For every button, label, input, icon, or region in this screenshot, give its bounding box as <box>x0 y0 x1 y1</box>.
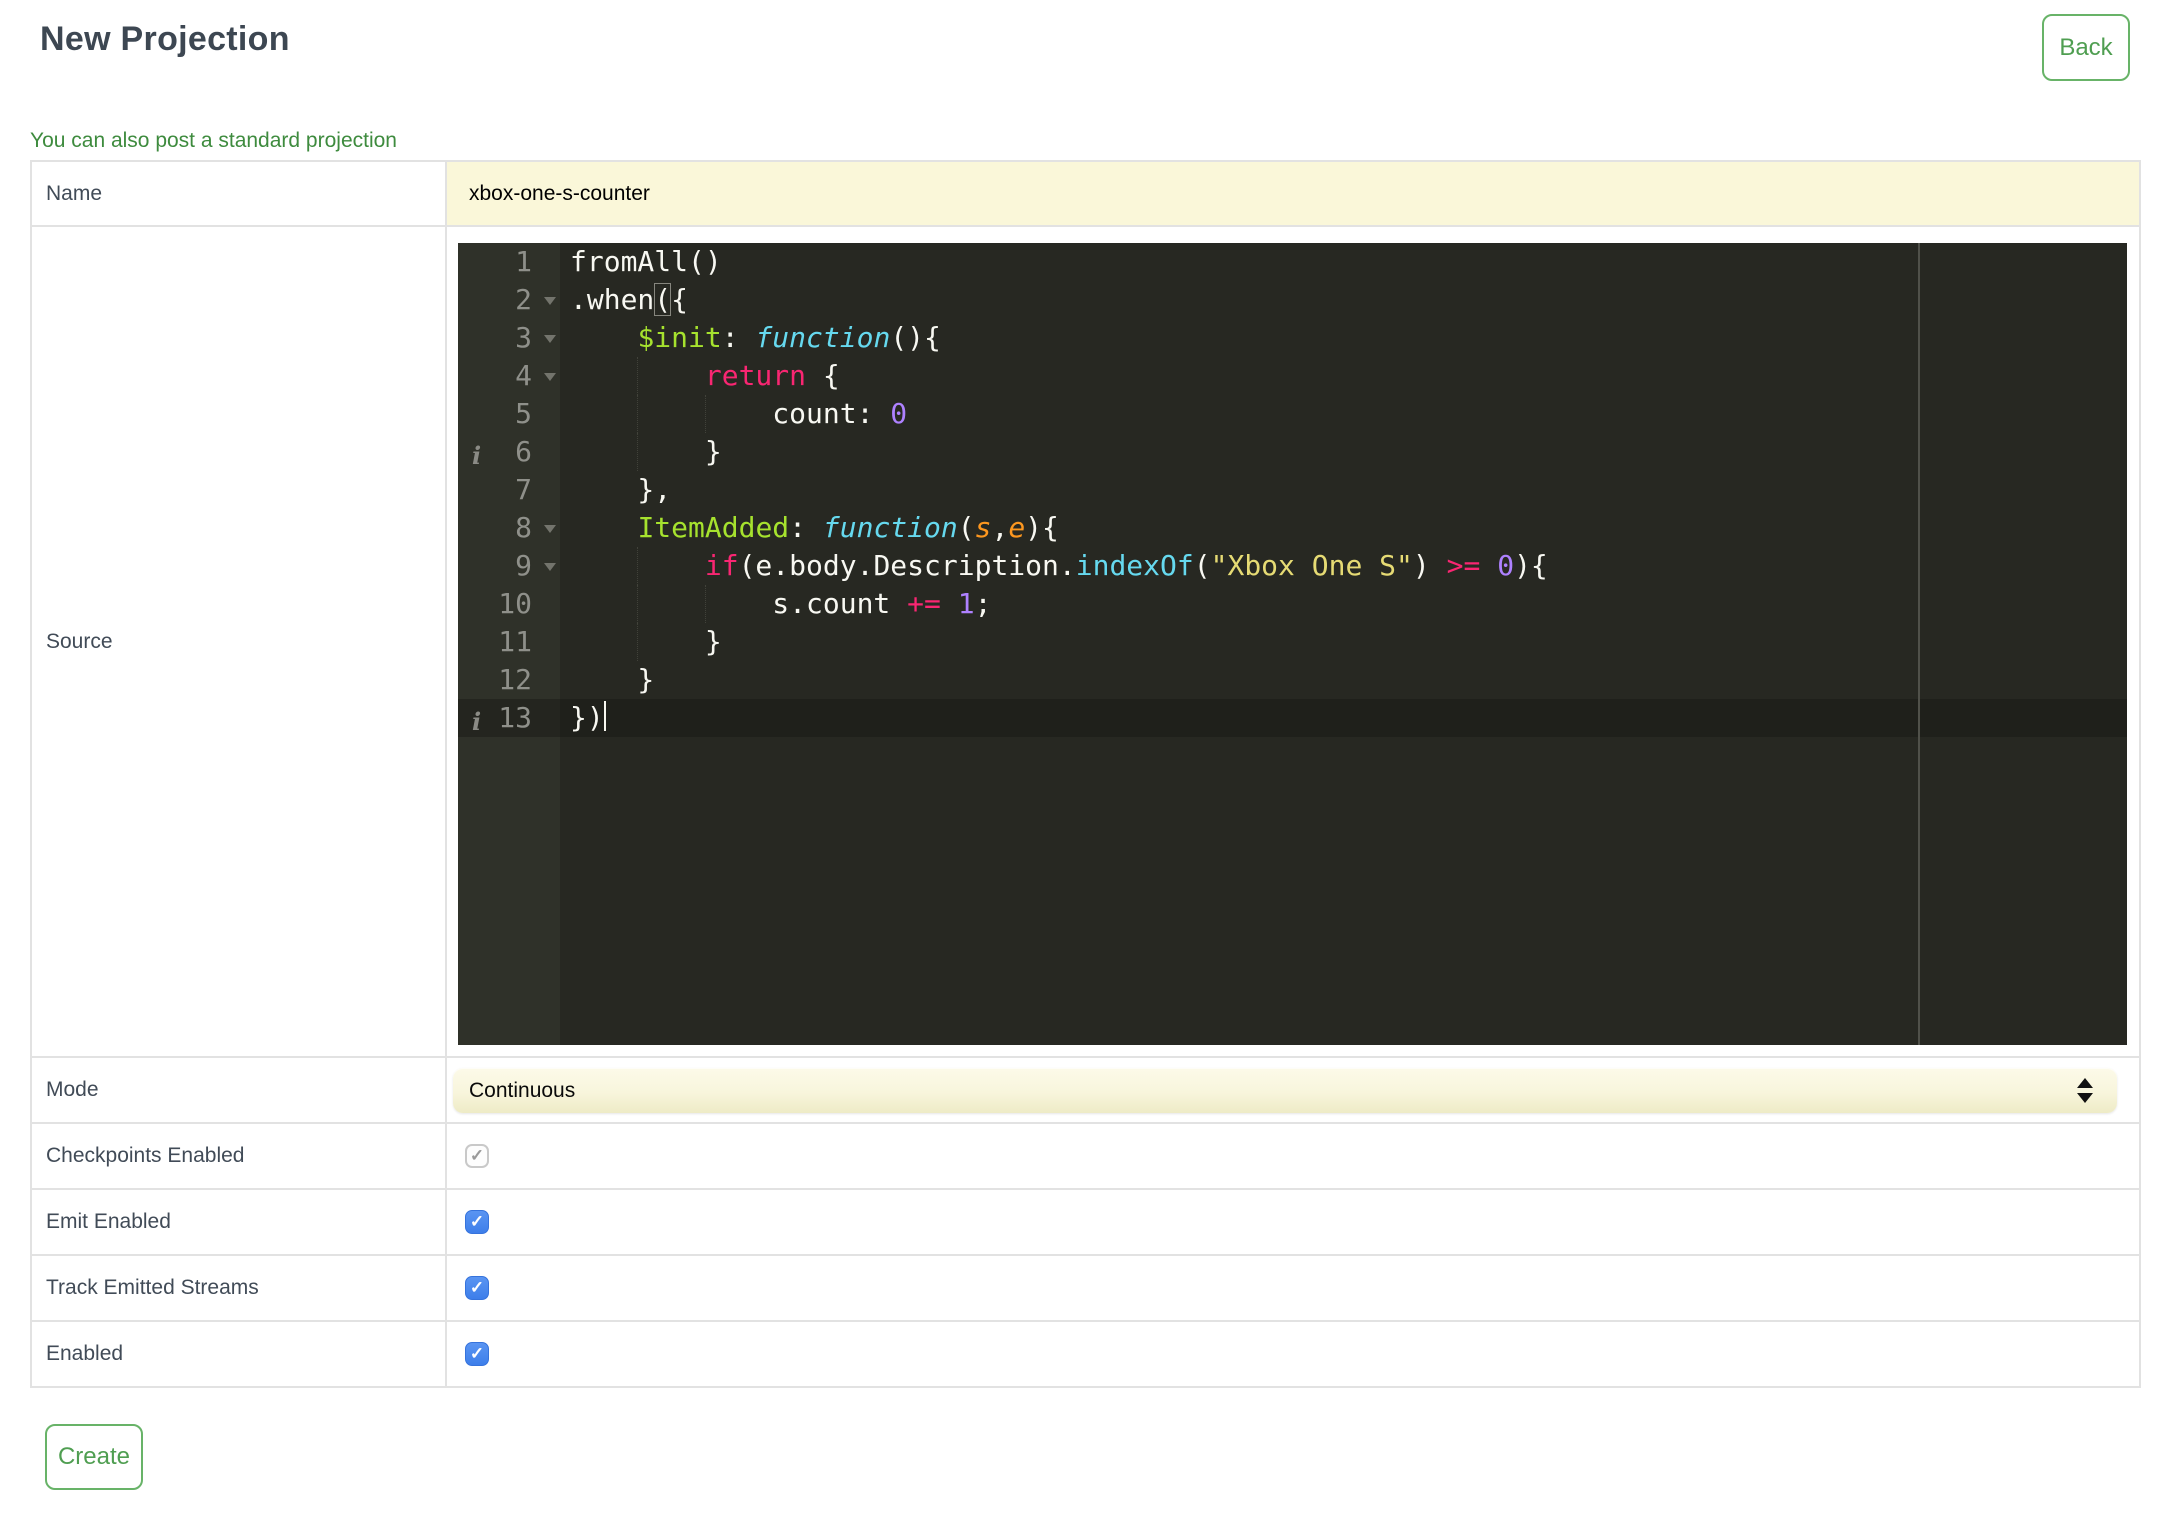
indent-guide <box>637 395 639 433</box>
source-cell: 1 2 3 4 5 i 6 7 8 9 10 11 12 i 13 fromAll() .when({ $in… <box>447 227 2139 1056</box>
track-cell: ✓ <box>447 1256 2139 1320</box>
name-cell <box>447 162 2139 225</box>
editor-code: fromAll() .when({ $init: function(){ retu… <box>570 243 2127 737</box>
enabled-checkbox[interactable]: ✓ <box>465 1342 489 1366</box>
line-number: 8 <box>515 511 532 544</box>
line-number: 3 <box>515 321 532 354</box>
indent-guide <box>637 585 639 623</box>
gutter-line-13: i 13 <box>458 699 560 737</box>
page-title: New Projection <box>40 20 290 58</box>
info-icon: i <box>472 441 482 470</box>
back-button[interactable]: Back <box>2042 14 2130 81</box>
track-row: Track Emitted Streams ✓ <box>32 1254 2139 1320</box>
code-line-2: .when({ <box>570 283 689 316</box>
indent-guide <box>637 547 639 585</box>
gutter-line-7: 7 <box>458 471 560 509</box>
page-header: New Projection Back <box>0 0 2166 81</box>
fold-arrow-icon[interactable] <box>544 563 556 571</box>
emit-row: Emit Enabled ✓ <box>32 1188 2139 1254</box>
code-line-4: return { <box>570 357 2127 395</box>
fold-arrow-icon[interactable] <box>544 297 556 305</box>
gutter-line-11: 11 <box>458 623 560 661</box>
checkpoints-checkbox: ✓ <box>465 1144 489 1168</box>
checkpoints-row: Checkpoints Enabled ✓ <box>32 1122 2139 1188</box>
name-input[interactable] <box>447 162 2139 225</box>
fold-arrow-icon[interactable] <box>544 373 556 381</box>
indent-guide <box>637 623 639 661</box>
gutter-line-1: 1 <box>458 243 560 281</box>
line-number: 10 <box>498 587 532 620</box>
gutter-line-8: 8 <box>458 509 560 547</box>
code-line-6: } <box>570 433 2127 471</box>
gutter-line-5: 5 <box>458 395 560 433</box>
indent-guide <box>704 585 706 623</box>
projection-form: Name Source 12345i6789101112i13 fromAll(… <box>30 160 2141 1388</box>
mode-select-value: Continuous <box>469 1078 576 1102</box>
line-number: 5 <box>515 397 532 430</box>
fold-arrow-icon[interactable] <box>544 335 556 343</box>
name-row: Name <box>32 162 2139 225</box>
mode-row: Mode Continuous <box>32 1056 2139 1122</box>
indent-guide <box>704 395 706 433</box>
line-number: 13 <box>498 701 532 734</box>
source-row: Source 1 2 3 4 5 i 6 7 8 9 10 11 12 i 13 fromAll() .whe… <box>32 225 2139 1056</box>
gutter-line-12: 12 <box>458 661 560 699</box>
gutter-line-6: i6 <box>458 433 560 471</box>
line-number: 4 <box>515 359 532 392</box>
checkpoints-label: Checkpoints Enabled <box>32 1124 447 1188</box>
enabled-cell: ✓ <box>447 1322 2139 1386</box>
emit-cell: ✓ <box>447 1190 2139 1254</box>
line-number: 9 <box>515 549 532 582</box>
checkpoints-cell: ✓ <box>447 1124 2139 1188</box>
info-icon: i <box>472 707 482 736</box>
indent-guide <box>637 357 639 395</box>
gutter-line-10: 10 <box>458 585 560 623</box>
line-number: 2 <box>515 283 532 316</box>
fold-arrow-icon[interactable] <box>544 525 556 533</box>
code-line-10: s.count += 1; <box>570 585 2127 623</box>
gutter-line-9: 9 <box>458 547 560 585</box>
code-line-13: }) <box>570 701 606 734</box>
select-arrows-icon <box>2077 1078 2093 1103</box>
emit-label: Emit Enabled <box>32 1190 447 1254</box>
track-emitted-streams-checkbox[interactable]: ✓ <box>465 1276 489 1300</box>
line-number: 6 <box>515 435 532 468</box>
indent-guide <box>637 433 639 471</box>
mode-cell: Continuous <box>447 1058 2139 1122</box>
line-number: 7 <box>515 473 532 506</box>
gutter-line-2: 2 <box>458 281 560 319</box>
code-line-3: $init: function(){ <box>637 321 941 354</box>
gutter-line-4: 4 <box>458 357 560 395</box>
line-number: 11 <box>498 625 532 658</box>
code-line-12: } <box>570 663 655 696</box>
line-number: 1 <box>515 245 532 278</box>
code-line-7: }, <box>570 473 672 506</box>
create-button[interactable]: Create <box>45 1424 143 1490</box>
standard-projection-link[interactable]: You can also post a standard projection <box>30 129 397 153</box>
name-label: Name <box>32 162 447 225</box>
mode-label: Mode <box>32 1058 447 1122</box>
enabled-row: Enabled ✓ <box>32 1320 2139 1386</box>
editor-gutter: 1 2 3 4 5 i 6 7 8 9 10 11 12 i 13 <box>458 243 560 1045</box>
code-line-11: } <box>570 623 2127 661</box>
emit-enabled-checkbox[interactable]: ✓ <box>465 1210 489 1234</box>
code-line-8: ItemAdded: function(s,e){ <box>637 511 1059 544</box>
code-line-1: fromAll() <box>570 245 722 278</box>
text-cursor <box>603 701 606 731</box>
source-code-editor[interactable]: 1 2 3 4 5 i 6 7 8 9 10 11 12 i 13 fromAll() .when({ $in… <box>458 243 2127 1045</box>
code-line-9: if(e.body.Description.indexOf("Xbox One … <box>570 547 2127 585</box>
line-number: 12 <box>498 663 532 696</box>
enabled-label: Enabled <box>32 1322 447 1386</box>
gutter-line-3: 3 <box>458 319 560 357</box>
source-label: Source <box>32 227 447 1056</box>
mode-select[interactable]: Continuous <box>453 1068 2117 1113</box>
track-label: Track Emitted Streams <box>32 1256 447 1320</box>
code-line-5: count: 0 <box>570 395 2127 433</box>
